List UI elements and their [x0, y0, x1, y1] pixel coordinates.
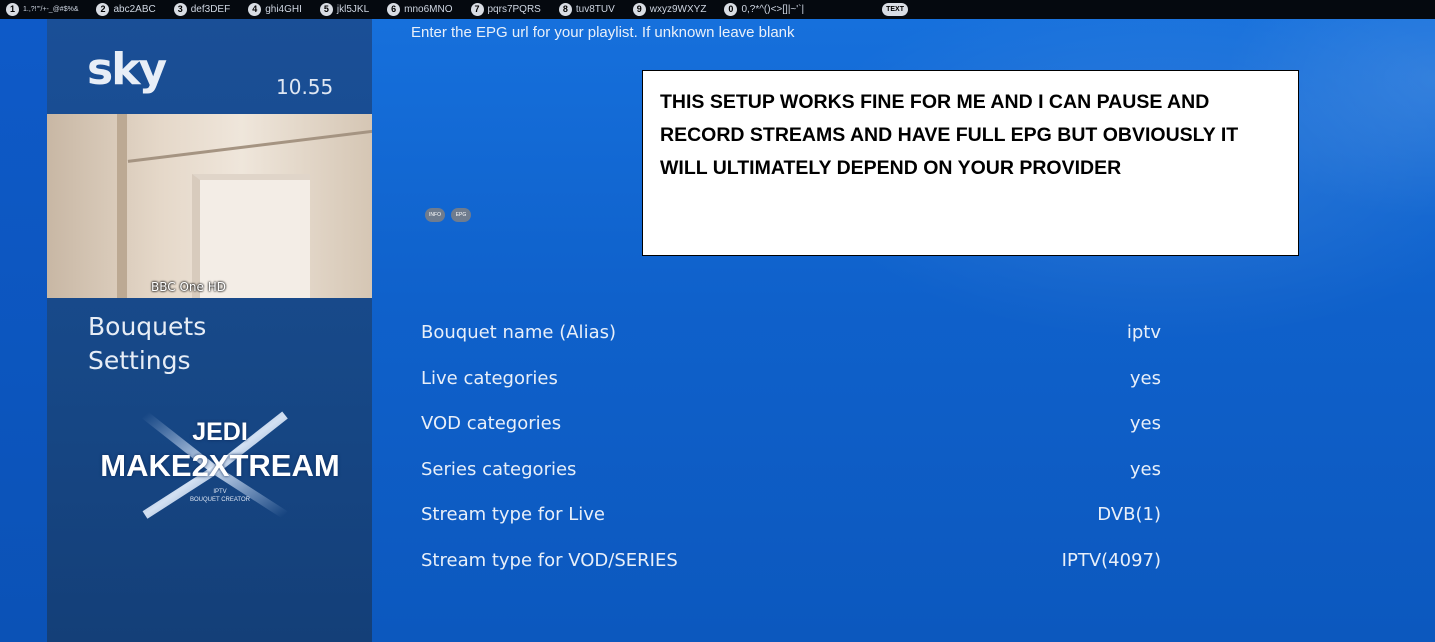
settings-list: Bouquet name (Alias) iptv Live categorie…	[421, 310, 1161, 583]
key-8: 8 tuv8TUV	[558, 3, 615, 16]
key-6: 6 mno6MNO	[387, 3, 453, 16]
setting-label: Series categories	[421, 458, 577, 480]
help-buttons: INFO EPG	[425, 208, 471, 222]
key-7-number: 7	[470, 3, 484, 16]
key-2-label: abc2ABC	[113, 4, 156, 15]
setting-series-categories[interactable]: Series categories yes	[421, 447, 1161, 493]
setting-value: DVB(1)	[1097, 504, 1161, 525]
setting-value: iptv	[1126, 322, 1161, 343]
background-left-strip	[0, 19, 47, 642]
key-5-label: jkl5JKL	[336, 4, 370, 15]
key-6-number: 6	[387, 3, 401, 16]
key-1-number: 1	[6, 3, 19, 16]
key-7-label: pqrs7PQRS	[487, 4, 541, 15]
tv-preview: BBC One HD	[47, 114, 372, 298]
key-5-number: 5	[319, 3, 333, 16]
key-2-number: 2	[96, 3, 110, 16]
key-5: 5 jkl5JKL	[319, 3, 370, 16]
info-button-icon[interactable]: INFO	[425, 208, 445, 222]
key-9-number: 9	[632, 3, 646, 16]
epg-button-icon[interactable]: EPG	[451, 208, 471, 222]
key-1: 1 1.,?!'"/+-_@#$%&	[6, 3, 78, 16]
brand-jedi-text: JEDI	[192, 418, 248, 446]
annotation-note: THIS SETUP WORKS FINE FOR ME AND I CAN P…	[642, 70, 1299, 256]
setting-value: yes	[1129, 458, 1161, 480]
preview-ceiling-line	[127, 128, 372, 163]
epg-url-hint: Enter the EPG url for your playlist. If …	[411, 24, 795, 41]
sky-logo: sky	[87, 44, 167, 95]
key-4-number: 4	[248, 3, 262, 16]
jedi-make2xtream-logo: JEDI MAKE2XTREAM IPTV BOUQUET CREATOR	[75, 400, 365, 530]
channel-name: BBC One HD	[151, 280, 226, 294]
key-6-label: mno6MNO	[404, 4, 453, 15]
key-3-label: def3DEF	[190, 4, 231, 15]
setting-live-categories[interactable]: Live categories yes	[421, 356, 1161, 402]
menu-title: Bouquets Settings	[88, 310, 206, 378]
setting-stream-type-vod-series[interactable]: Stream type for VOD/SERIES IPTV(4097)	[421, 538, 1161, 584]
key-4-label: ghi4GHI	[265, 4, 302, 15]
setting-vod-categories[interactable]: VOD categories yes	[421, 401, 1161, 447]
brand-subtitle-line-2: BOUQUET CREATOR	[189, 497, 250, 503]
key-0: 0 0,?*^()<>[]|~'`|	[724, 3, 804, 16]
brand-subtitle-line-1: IPTV	[213, 489, 227, 495]
key-text: TEXT	[882, 3, 912, 16]
clock: 10.55	[276, 75, 334, 99]
brand-subtitle: IPTV BOUQUET CREATOR	[75, 488, 365, 504]
key-1-label: 1.,?!'"/+-_@#$%&	[23, 6, 79, 13]
key-2: 2 abc2ABC	[96, 3, 156, 16]
setting-label: Live categories	[421, 367, 558, 389]
key-9-label: wxyz9WXYZ	[649, 4, 707, 15]
key-8-label: tuv8TUV	[575, 4, 615, 15]
preview-wall-edge	[117, 114, 127, 298]
text-key-badge: TEXT	[882, 3, 908, 16]
setting-label: Bouquet name (Alias)	[421, 322, 616, 343]
key-4: 4 ghi4GHI	[248, 3, 302, 16]
setting-value: yes	[1129, 413, 1161, 434]
menu-title-line-1: Bouquets	[88, 312, 207, 341]
key-7: 7 pqrs7PQRS	[470, 3, 541, 16]
setting-value: yes	[1129, 367, 1161, 389]
setting-stream-type-live[interactable]: Stream type for Live DVB(1)	[421, 492, 1161, 538]
setting-bouquet-name[interactable]: Bouquet name (Alias) iptv	[421, 310, 1161, 356]
setting-label: Stream type for VOD/SERIES	[421, 549, 678, 571]
menu-title-line-2: Settings	[88, 346, 191, 375]
key-3-number: 3	[173, 3, 187, 16]
key-help-strip: 1 1.,?!'"/+-_@#$%& 2 abc2ABC 3 def3DEF 4 ghi…	[0, 0, 1435, 19]
setting-label: Stream type for Live	[421, 504, 606, 525]
setting-label: VOD categories	[421, 413, 562, 434]
key-0-label: 0,?*^()<>[]|~'`|	[741, 4, 805, 15]
key-8-number: 8	[558, 3, 572, 16]
key-0-number: 0	[724, 3, 738, 16]
setting-value: IPTV(4097)	[1061, 549, 1161, 571]
brand-name-text: MAKE2XTREAM	[100, 448, 340, 483]
key-9: 9 wxyz9WXYZ	[632, 3, 707, 16]
key-3: 3 def3DEF	[173, 3, 231, 16]
